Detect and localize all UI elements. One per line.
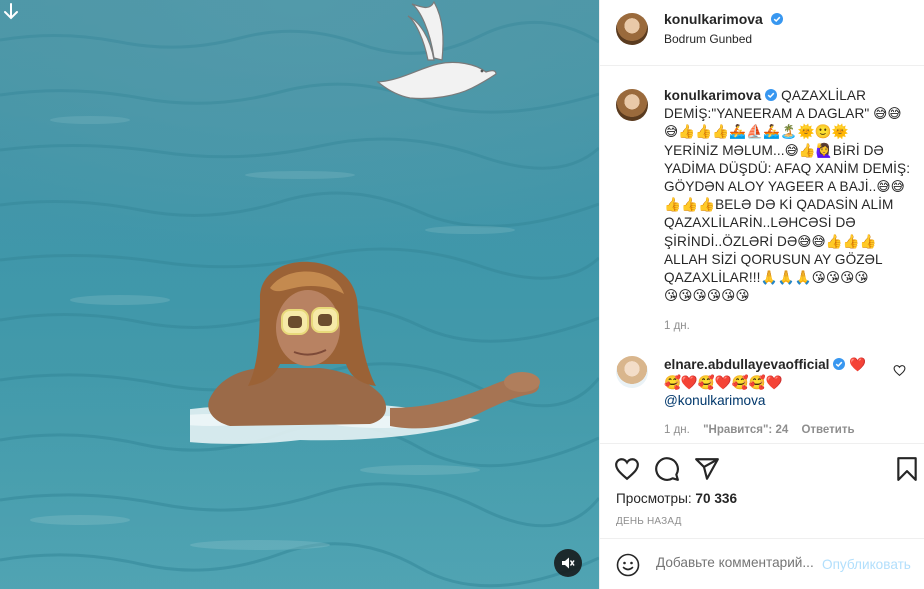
comment-like-heart-icon[interactable] xyxy=(893,364,906,377)
caption-line: 😘😘😘😘😘😘 xyxy=(664,288,750,304)
caption-author-avatar[interactable] xyxy=(616,89,648,121)
download-arrow-icon[interactable] xyxy=(3,3,19,21)
post-date[interactable]: ДЕНЬ НАЗАД xyxy=(616,516,682,527)
paper-plane-icon[interactable] xyxy=(694,456,720,482)
publish-button[interactable]: Опубликовать xyxy=(822,557,911,572)
caption-line: DEMİŞ:"YANEERAM A DAGLAR" 😅😅 xyxy=(664,106,902,122)
mute-toggle-button[interactable] xyxy=(554,549,582,577)
post-header: konulkarimova Bodrum Gunbed xyxy=(600,0,924,66)
author-username[interactable]: konulkarimova xyxy=(664,11,763,27)
comment-likes-count[interactable]: "Нравится": 24 xyxy=(703,424,788,436)
verified-badge-icon xyxy=(765,89,778,101)
caption-line: 👍👍👍BELƏ DƏ Kİ QADASİN ALİM xyxy=(664,197,894,213)
views-label: Просмотры: xyxy=(616,491,692,506)
speaker-muted-icon xyxy=(562,557,575,569)
smiley-icon[interactable] xyxy=(616,553,640,577)
caption-line: 😅👍👍👍🚣⛵🚣🏝️🌞🙂🌞 xyxy=(664,124,849,140)
comment-bubble-icon[interactable] xyxy=(654,456,680,482)
caption-username[interactable]: konulkarimova xyxy=(664,88,761,103)
seagull-sticker xyxy=(376,0,497,100)
caption-line: GÖYDƏN ALOY YAGEER A BAJİ..😅😅 xyxy=(664,179,905,195)
caption-line: QAZAXLİLARİN..LƏHCƏSİ DƏ xyxy=(664,215,856,231)
caption-line: YADİMA DÜŞDÜ: AFAQ XANİM DEMİŞ: xyxy=(664,160,911,176)
author-avatar[interactable] xyxy=(616,13,648,45)
comment-emoji-line: 🥰❤️🥰❤️🥰🥰❤️ xyxy=(664,375,783,390)
post-location[interactable]: Bodrum Gunbed xyxy=(664,32,752,46)
views-count: Просмотры: 70 336 xyxy=(616,491,737,506)
comment-mention-link[interactable]: @konulkarimova xyxy=(664,393,765,408)
views-value: 70 336 xyxy=(695,491,737,506)
verified-badge-icon xyxy=(770,13,783,25)
caption-line: ALLAH SİZİ QORUSUN AY GÖZƏL xyxy=(664,251,883,267)
comment-reply-button[interactable]: Ответить xyxy=(801,424,854,436)
swimmer-figure xyxy=(190,261,540,444)
caption-line: ŞİRİNDİ..ÖZLƏRİ DƏ😅😅👍👍👍 xyxy=(664,233,877,249)
caption-line: YERİNİZ MƏLUM...😅👍🙋‍♀️BİRİ DƏ xyxy=(664,142,884,158)
commenter-avatar[interactable] xyxy=(616,356,648,388)
caption-line: QAZAXLİLAR xyxy=(781,88,866,103)
verified-badge-icon xyxy=(833,358,846,370)
comment-input[interactable] xyxy=(656,555,826,570)
caption-timestamp[interactable]: 1 дн. xyxy=(664,320,690,332)
caption-text: konulkarimova QAZAXLİLAR DEMİŞ:"YANEERAM… xyxy=(664,87,919,305)
bookmark-icon[interactable] xyxy=(894,456,920,482)
action-icons-row xyxy=(614,456,917,482)
comment-timestamp[interactable]: 1 дн. xyxy=(664,424,690,436)
comment-text: elnare.abdullayeva​official ❤️ 🥰❤️🥰❤️🥰🥰❤… xyxy=(664,356,884,410)
caption-line: QAZAXLİLAR!!!🙏🙏🙏😘😘😘😘 xyxy=(664,270,869,286)
author-username-row[interactable]: konulkarimova xyxy=(664,11,783,27)
comment-emoji-line: ❤️ xyxy=(849,357,867,372)
commenter-username[interactable]: elnare.abdullayeva​official xyxy=(664,357,829,372)
comment-meta: 1 дн. "Нравится": 24 Ответить xyxy=(664,424,865,436)
add-comment-bar: Опубликовать xyxy=(600,538,924,589)
post-sidebar: konulkarimova Bodrum Gunbed konulkarimov… xyxy=(599,0,924,589)
post-media-video[interactable] xyxy=(0,0,599,589)
heart-outline-icon[interactable] xyxy=(614,456,640,482)
